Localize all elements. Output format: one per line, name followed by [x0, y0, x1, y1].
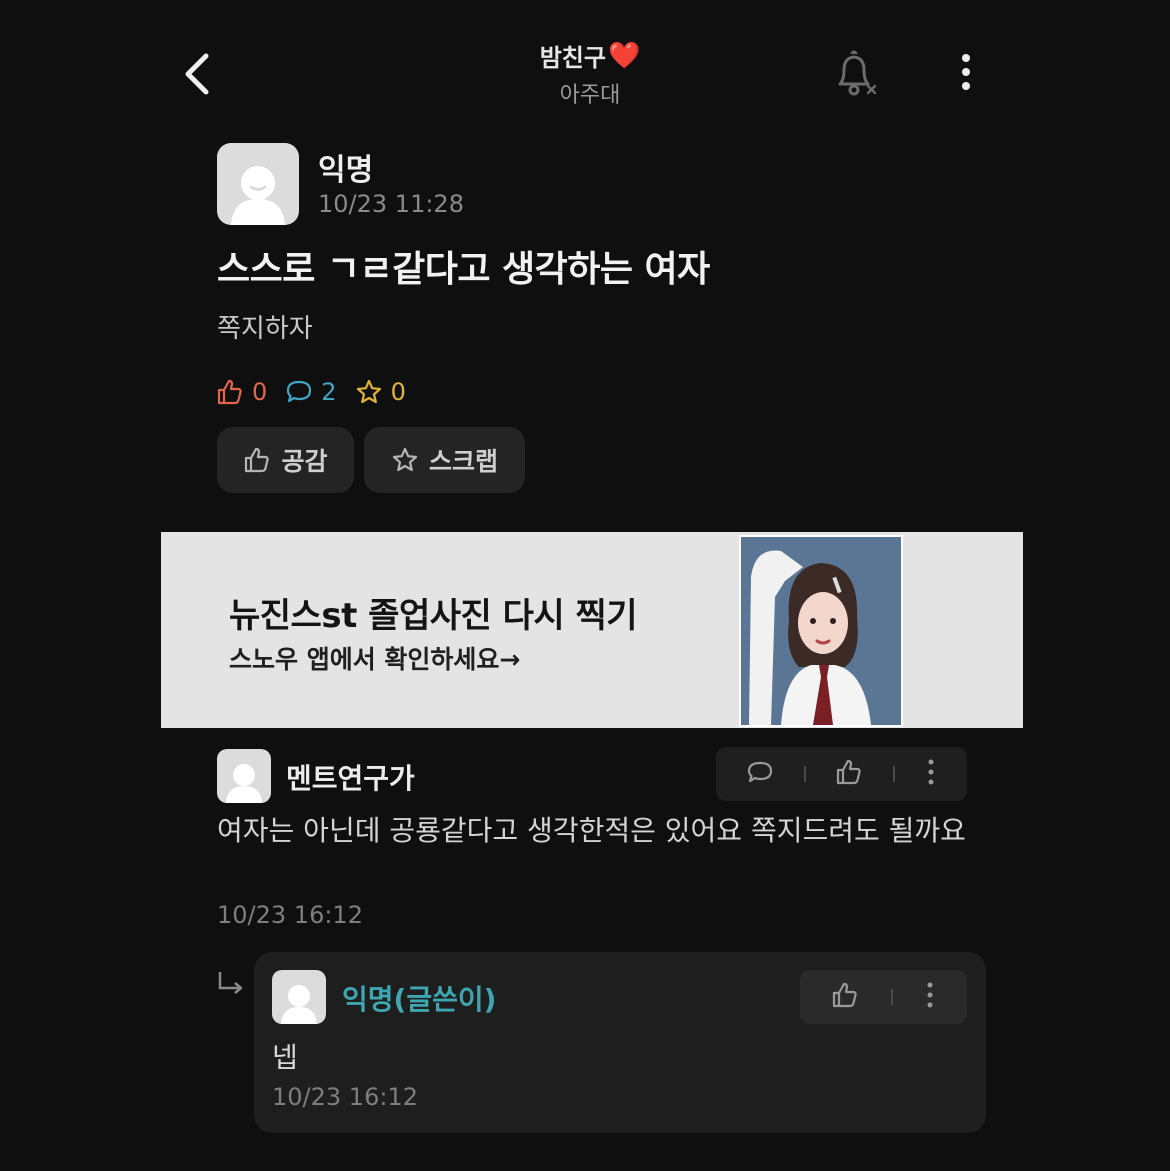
comment-like-button[interactable]: [835, 758, 863, 790]
thumbs-up-icon: [245, 447, 270, 473]
thumbs-up-icon: [217, 379, 242, 405]
portrait-image: [741, 537, 901, 725]
speech-bubble-icon: [287, 380, 312, 403]
divider: [893, 766, 896, 782]
post-stats: 0 2 0: [216, 378, 406, 406]
reply-author-avatar: [272, 970, 326, 1024]
board-title-text: 밤친구: [539, 44, 606, 72]
post-author[interactable]: 익명: [318, 145, 373, 189]
comment-author[interactable]: 멘트연구가: [286, 757, 415, 797]
scrap-button[interactable]: 스크랩: [364, 427, 525, 493]
reply-actions: [800, 970, 967, 1024]
user-avatar-icon: [231, 166, 285, 225]
more-options-button[interactable]: [952, 52, 980, 92]
reply-arrow-icon: [216, 970, 246, 998]
kebab-menu-icon: [927, 982, 933, 1008]
kebab-menu-icon: [962, 54, 970, 90]
comment-timestamp: 10/23 16:12: [217, 901, 363, 929]
board-subtitle: 아주대: [559, 83, 621, 108]
like-button-label: 공감: [281, 447, 328, 476]
reply-like-button[interactable]: [831, 981, 859, 1013]
scrap-count: 0: [355, 378, 406, 406]
like-count-value: 0: [252, 378, 268, 406]
like-button[interactable]: 공감: [217, 427, 354, 493]
star-icon: [356, 379, 381, 404]
divider: [803, 766, 806, 782]
ad-title: 뉴진스st 졸업사진 다시 찍기: [229, 596, 638, 636]
chevron-left-icon: [185, 53, 209, 95]
star-icon: [392, 447, 418, 472]
reply-author[interactable]: 익명(글쓴이): [342, 978, 496, 1018]
reply-button[interactable]: [746, 758, 774, 790]
ad-subtitle: 스노우 앱에서 확인하세요→: [229, 645, 521, 674]
kebab-menu-icon: [928, 759, 934, 785]
post-timestamp: 10/23 11:28: [318, 190, 464, 218]
ad-banner[interactable]: 뉴진스st 졸업사진 다시 찍기 스노우 앱에서 확인하세요→: [161, 532, 1023, 728]
comment-more-button[interactable]: [925, 758, 937, 790]
reply-body: 넵: [272, 1041, 298, 1074]
comment-author-avatar: [217, 749, 271, 803]
like-count: 0: [216, 378, 267, 406]
user-avatar-icon: [226, 764, 262, 803]
reply-comment: 익명(글쓴이) 넵 10/23 16:12: [254, 952, 986, 1133]
bell-off-icon: [838, 50, 877, 96]
notification-toggle[interactable]: [830, 48, 880, 100]
speech-bubble-icon: [747, 761, 772, 783]
thumbs-up-icon: [833, 982, 857, 1008]
scrap-count-value: 0: [390, 378, 406, 406]
comment-count: 2: [285, 378, 337, 406]
reply-more-button[interactable]: [924, 981, 936, 1013]
ad-photo: [739, 535, 903, 727]
comment-actions: [716, 747, 967, 801]
comment-count-value: 2: [321, 378, 337, 406]
back-button[interactable]: [180, 50, 220, 98]
scrap-button-label: 스크랩: [428, 447, 498, 476]
divider: [890, 989, 893, 1005]
board-header: 밤친구 ❤️ 아주대: [480, 38, 700, 109]
user-avatar-icon: [281, 985, 317, 1024]
post-body: 쪽지하자: [217, 314, 313, 344]
post-title: 스스로 ㄱㄹ같다고 생각하는 여자: [217, 249, 710, 290]
comment-body: 여자는 아닌데 공룡같다고 생각한적은 있어요 쪽지드려도 될까요: [217, 814, 966, 847]
thumbs-up-icon: [837, 759, 862, 785]
heart-icon: ❤️: [607, 40, 641, 71]
post-author-avatar: [217, 143, 299, 225]
reply-timestamp: 10/23 16:12: [272, 1083, 418, 1111]
board-title: 밤친구 ❤️: [540, 38, 641, 73]
